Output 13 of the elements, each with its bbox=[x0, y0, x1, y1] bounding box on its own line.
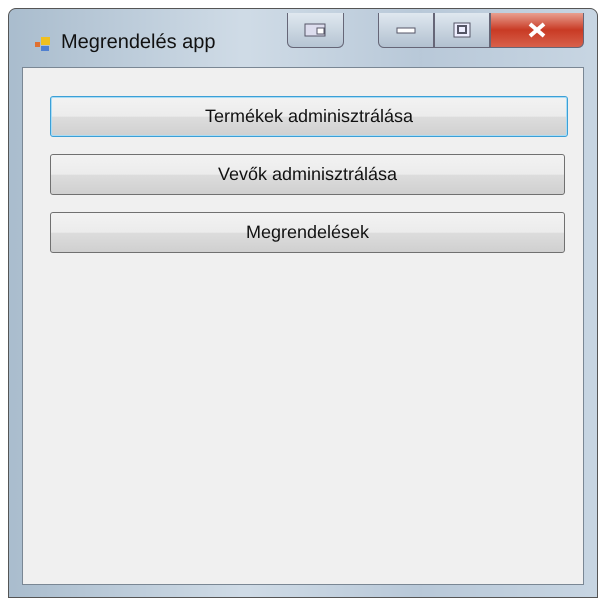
maximize-button[interactable] bbox=[434, 13, 490, 48]
menu-button[interactable]: Termékek adminisztrálása bbox=[50, 96, 568, 137]
close-icon bbox=[527, 22, 547, 38]
menu-button[interactable]: Vevők adminisztrálása bbox=[50, 154, 565, 195]
switch-window-button[interactable] bbox=[287, 13, 344, 48]
menu-button[interactable]: Megrendelések bbox=[50, 212, 565, 253]
window-switch-icon bbox=[302, 22, 328, 38]
minimize-icon bbox=[395, 25, 417, 35]
maximize-icon bbox=[453, 22, 471, 38]
window-title: Megrendelés app bbox=[61, 31, 216, 54]
app-icon bbox=[35, 36, 53, 52]
minimize-button[interactable] bbox=[378, 13, 434, 48]
close-button[interactable] bbox=[490, 13, 584, 48]
